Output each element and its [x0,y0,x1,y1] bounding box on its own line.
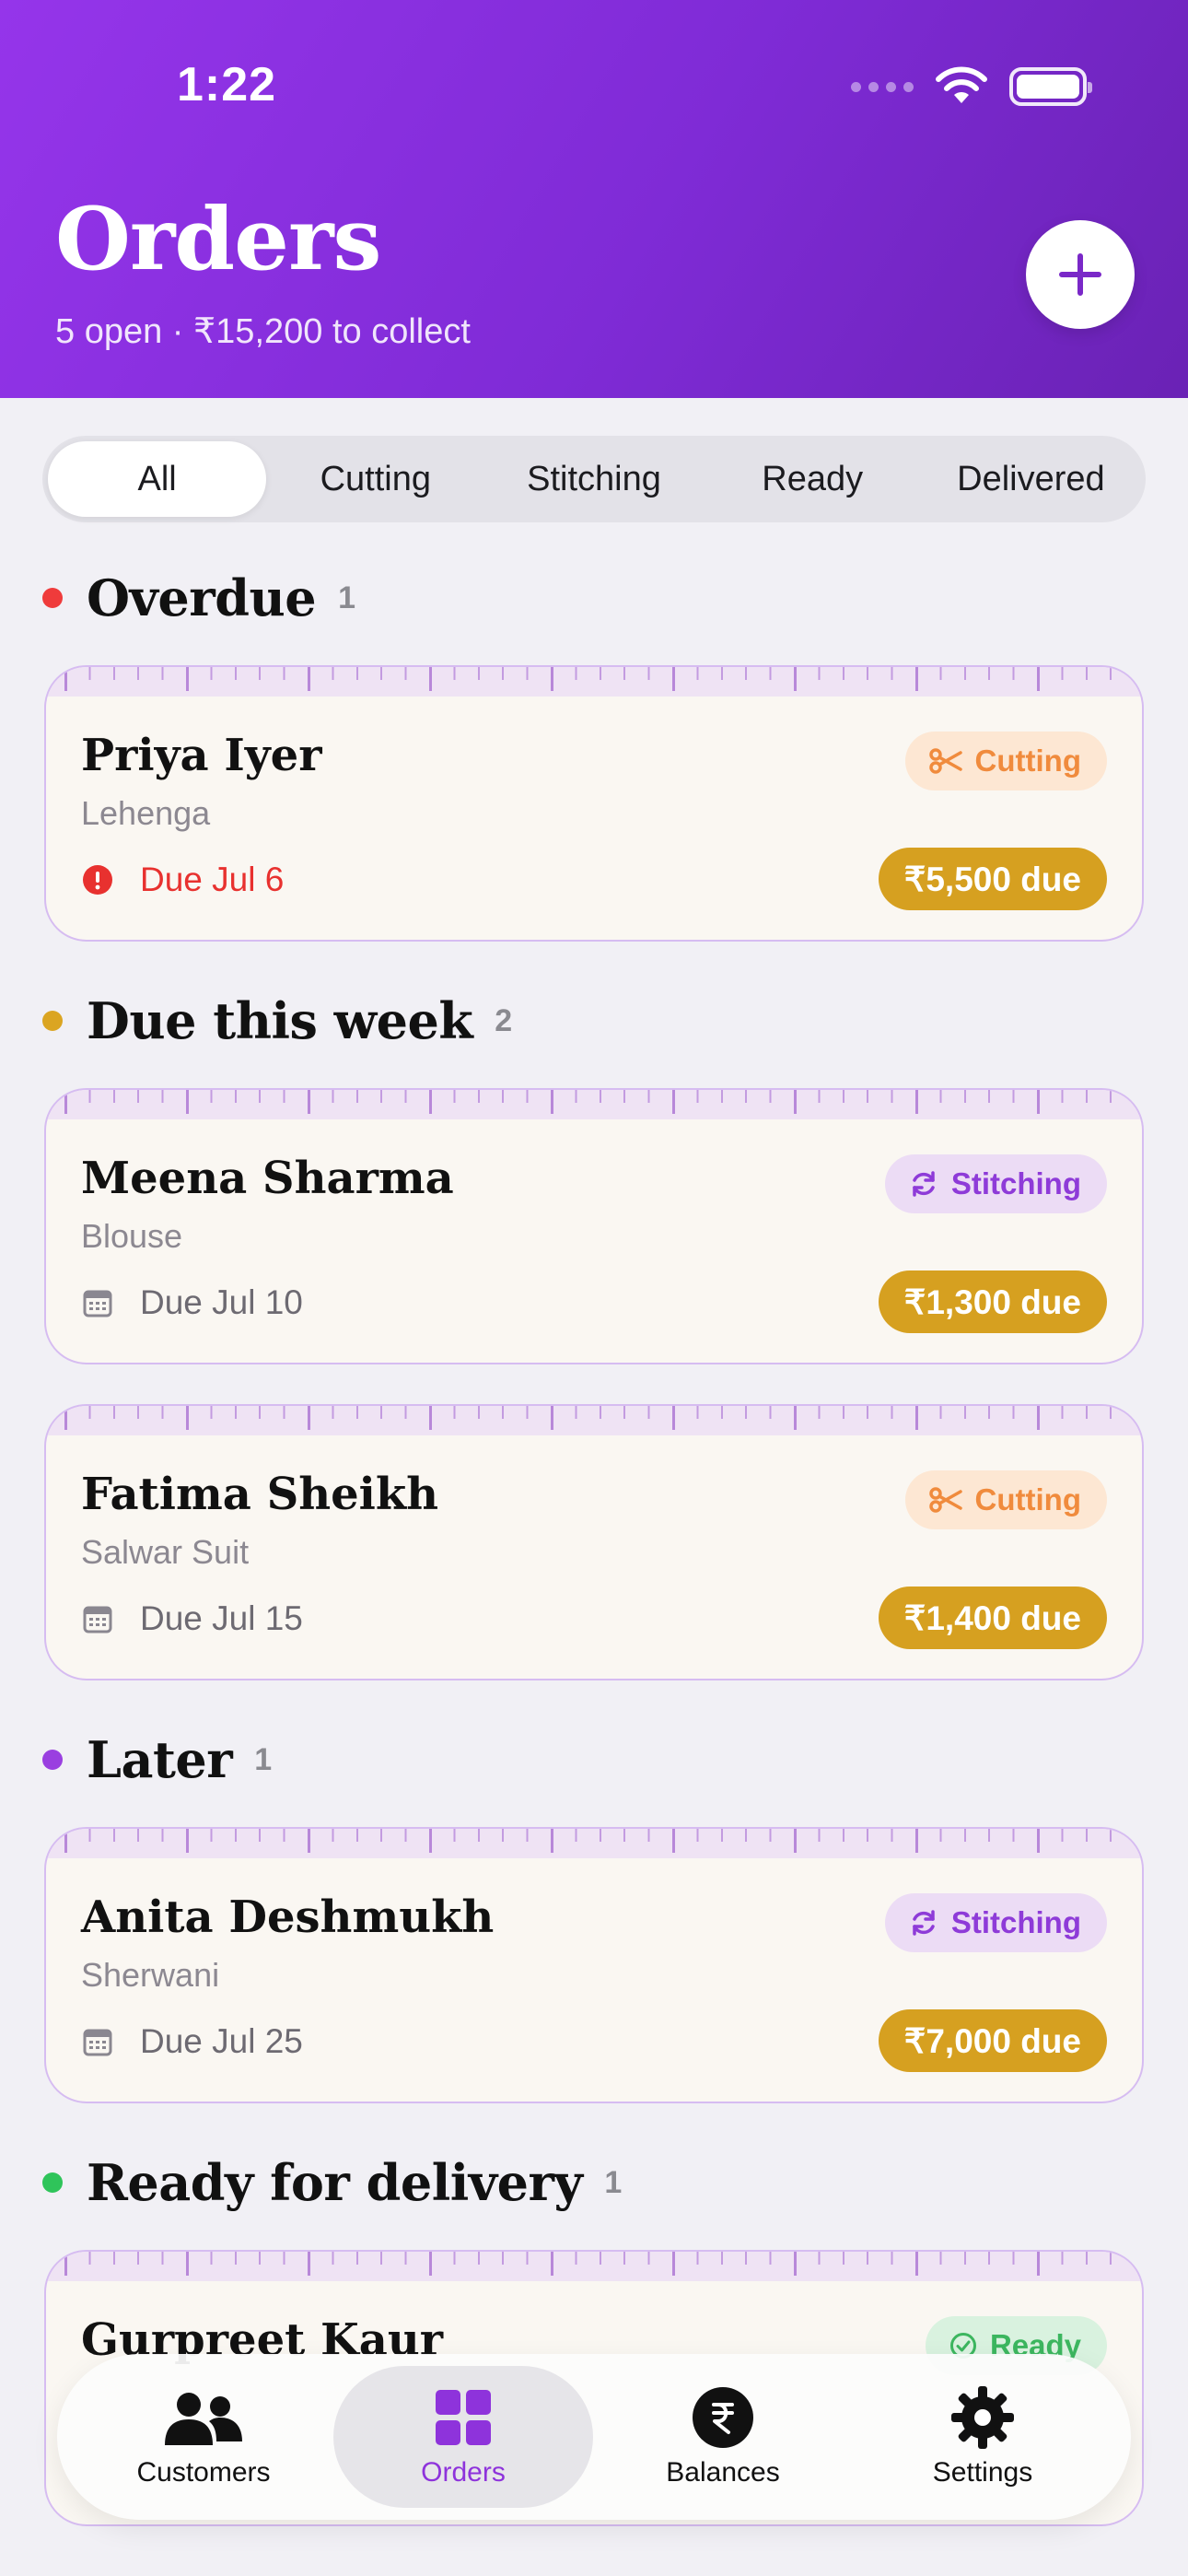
section-header-overdue: Overdue 1 [42,568,355,627]
order-card[interactable]: Meena Sharma Blouse Due Jul 10 Stitching… [44,1088,1144,1364]
stage-badge: Cutting [904,732,1107,790]
measuring-tape-decoration [46,1829,1142,1858]
garment-type: Lehenga [81,794,211,832]
nav-balances[interactable]: Balances [593,2366,853,2508]
due-date: Due Jul 6 [81,861,284,899]
due-date: Due Jul 10 [81,1283,303,1322]
wifi-icon [936,66,987,103]
amount-due-pill: ₹1,300 due [878,1270,1107,1333]
nav-settings[interactable]: Settings [853,2366,1112,2508]
scissors-icon [928,747,962,775]
customer-name: Priya Iyer [81,730,322,781]
section-title: Later [87,1730,233,1789]
section-dot [42,2172,63,2193]
nav-customers[interactable]: Customers [74,2366,333,2508]
stage-badge: Stitching [884,1154,1107,1213]
section-dot [42,1750,63,1770]
section-dot [42,588,63,608]
due-date: Due Jul 15 [81,1599,303,1638]
section-header-due-this-week: Due this week 2 [42,991,512,1050]
refresh-icon [909,1169,938,1199]
stage-badge: Stitching [884,1893,1107,1952]
stage-label: Stitching [950,1166,1081,1200]
refresh-icon [909,1908,938,1938]
measuring-tape-decoration [46,1406,1142,1435]
add-order-button[interactable] [1026,220,1135,329]
gear-icon [949,2385,1016,2450]
nav-label: Balances [666,2457,780,2488]
section-count: 1 [254,1741,273,1777]
battery-icon [1009,67,1092,106]
due-date-text: Due Jul 6 [140,861,285,898]
customer-name: Meena Sharma [81,1153,454,1204]
scissors-icon [928,1486,962,1514]
due-date-text: Due Jul 15 [140,1599,303,1637]
bottom-navigation: Customers Orders Balances Settings [57,2354,1131,2520]
section-dot [42,1011,63,1031]
section-count: 1 [338,580,356,615]
garment-type: Salwar Suit [81,1533,250,1571]
section-header-ready-for-delivery: Ready for delivery 1 [42,2153,622,2212]
nav-label: Customers [136,2457,271,2488]
tab-stitching[interactable]: Stitching [484,441,703,517]
cellular-signal-icon [851,81,914,92]
amount-due-pill: ₹7,000 due [878,2009,1107,2072]
status-icons [851,66,1092,107]
calendar-icon [81,1286,114,1319]
section-count: 1 [604,2164,623,2200]
order-card[interactable]: Anita Deshmukh Sherwani Due Jul 25 Stitc… [44,1827,1144,2103]
header: 1:22 Orders 5 open · ₹15,200 to collect [0,0,1188,398]
due-date-text: Due Jul 25 [140,2022,303,2060]
order-card[interactable]: Fatima Sheikh Salwar Suit Due Jul 15 Cut… [44,1404,1144,1680]
due-date-text: Due Jul 10 [140,1283,303,1321]
nav-label: Settings [932,2457,1033,2488]
customer-name: Fatima Sheikh [81,1469,439,1520]
tab-cutting[interactable]: Cutting [266,441,484,517]
page-subtitle: 5 open · ₹15,200 to collect [55,312,471,351]
alert-circle-icon [81,863,114,896]
section-title: Ready for delivery [87,2153,583,2212]
nav-label: Orders [421,2457,506,2488]
calendar-icon [81,2025,114,2058]
rupee-circle-icon [692,2385,754,2450]
order-card[interactable]: Priya Iyer Lehenga Due Jul 6 Cutting ₹5,… [44,665,1144,942]
stage-badge: Cutting [904,1470,1107,1529]
plus-icon [1059,253,1101,296]
page-title: Orders [55,189,381,290]
measuring-tape-decoration [46,667,1142,697]
customer-name: Anita Deshmukh [81,1891,495,1943]
nav-orders[interactable]: Orders [333,2366,593,2508]
amount-due-pill: ₹5,500 due [878,848,1107,910]
calendar-icon [81,1602,114,1635]
tab-delivered[interactable]: Delivered [922,441,1140,517]
measuring-tape-decoration [46,1090,1142,1119]
measuring-tape-decoration [46,2252,1142,2281]
section-count: 2 [495,1002,513,1038]
status-time: 1:22 [177,58,277,111]
stage-label: Cutting [974,744,1081,778]
filter-tabs: All Cutting Stitching Ready Delivered [42,436,1146,522]
section-header-later: Later 1 [42,1730,272,1789]
grid-icon [434,2385,493,2450]
garment-type: Blouse [81,1217,183,1255]
stage-label: Stitching [950,1905,1081,1939]
tab-ready[interactable]: Ready [704,441,922,517]
people-icon [159,2385,248,2450]
due-date: Due Jul 25 [81,2022,303,2061]
garment-type: Sherwani [81,1956,220,1994]
stage-label: Cutting [974,1482,1081,1516]
section-title: Due this week [87,991,473,1050]
tab-all[interactable]: All [48,441,267,517]
section-title: Overdue [87,568,317,627]
amount-due-pill: ₹1,400 due [878,1587,1107,1649]
